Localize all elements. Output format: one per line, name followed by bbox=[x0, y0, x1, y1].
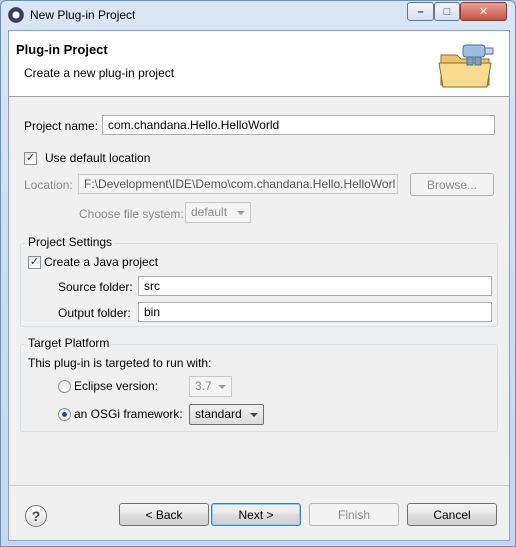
eclipse-version-label: Eclipse version: bbox=[74, 379, 159, 393]
use-default-location-label: Use default location bbox=[45, 151, 151, 165]
output-folder-label: Output folder: bbox=[58, 306, 131, 320]
eclipse-version-select[interactable]: 3.7 bbox=[189, 376, 232, 397]
footer-separator bbox=[9, 485, 509, 486]
wizard-page-description: Create a new plug-in project bbox=[24, 66, 175, 80]
eclipse-version-value: 3.7 bbox=[195, 379, 212, 393]
wizard-page-title: Plug-in Project bbox=[16, 42, 108, 57]
project-settings-title: Project Settings bbox=[26, 235, 115, 249]
dialog-window: New Plug-in Project – □ ✕ Plug-in Projec… bbox=[0, 0, 516, 547]
wizard-header: Plug-in Project Create a new plug-in pro… bbox=[9, 31, 509, 97]
window-title: New Plug-in Project bbox=[30, 8, 136, 22]
output-folder-input[interactable]: bin bbox=[138, 302, 492, 322]
target-platform-description: This plug-in is targeted to run with: bbox=[28, 356, 212, 370]
next-button[interactable]: Next > bbox=[211, 503, 301, 526]
dialog-client-area: Plug-in Project Create a new plug-in pro… bbox=[8, 30, 510, 541]
eclipse-icon bbox=[8, 7, 24, 23]
title-bar[interactable]: New Plug-in Project – □ ✕ bbox=[1, 1, 515, 29]
location-input[interactable]: F:\Development\IDE\Demo\com.chandana.Hel… bbox=[78, 174, 398, 194]
cancel-button[interactable]: Cancel bbox=[407, 503, 497, 526]
file-system-select[interactable]: default bbox=[185, 202, 251, 223]
file-system-label: Choose file system: bbox=[79, 207, 184, 221]
browse-button[interactable]: Browse... bbox=[410, 173, 494, 196]
chevron-down-icon bbox=[218, 385, 226, 389]
location-label: Location: bbox=[24, 178, 73, 192]
osgi-framework-value: standard bbox=[195, 407, 242, 421]
maximize-button[interactable]: □ bbox=[434, 2, 460, 21]
project-name-label: Project name: bbox=[24, 119, 99, 133]
osgi-framework-select[interactable]: standard bbox=[189, 404, 264, 425]
source-folder-input[interactable]: src bbox=[138, 276, 492, 296]
file-system-value: default bbox=[191, 205, 228, 219]
use-default-location-checkbox[interactable]: ✓ bbox=[24, 152, 37, 165]
create-java-project-checkbox[interactable]: ✓ bbox=[28, 256, 41, 269]
target-platform-title: Target Platform bbox=[26, 336, 112, 350]
plugin-folder-icon bbox=[438, 44, 494, 88]
osgi-framework-radio[interactable] bbox=[58, 408, 71, 421]
create-java-project-label: Create a Java project bbox=[44, 255, 159, 269]
minimize-button[interactable]: – bbox=[407, 2, 434, 21]
help-icon[interactable]: ? bbox=[25, 505, 47, 527]
source-folder-label: Source folder: bbox=[58, 280, 133, 294]
chevron-down-icon bbox=[237, 211, 245, 215]
eclipse-version-radio[interactable] bbox=[58, 380, 71, 393]
back-button[interactable]: < Back bbox=[119, 503, 209, 526]
close-button[interactable]: ✕ bbox=[460, 2, 507, 21]
finish-button[interactable]: Finish bbox=[309, 503, 399, 526]
osgi-framework-label: an OSGi framework: bbox=[74, 407, 183, 421]
chevron-down-icon bbox=[250, 413, 258, 417]
project-name-input[interactable]: com.chandana.Hello.HelloWorld bbox=[102, 115, 495, 135]
